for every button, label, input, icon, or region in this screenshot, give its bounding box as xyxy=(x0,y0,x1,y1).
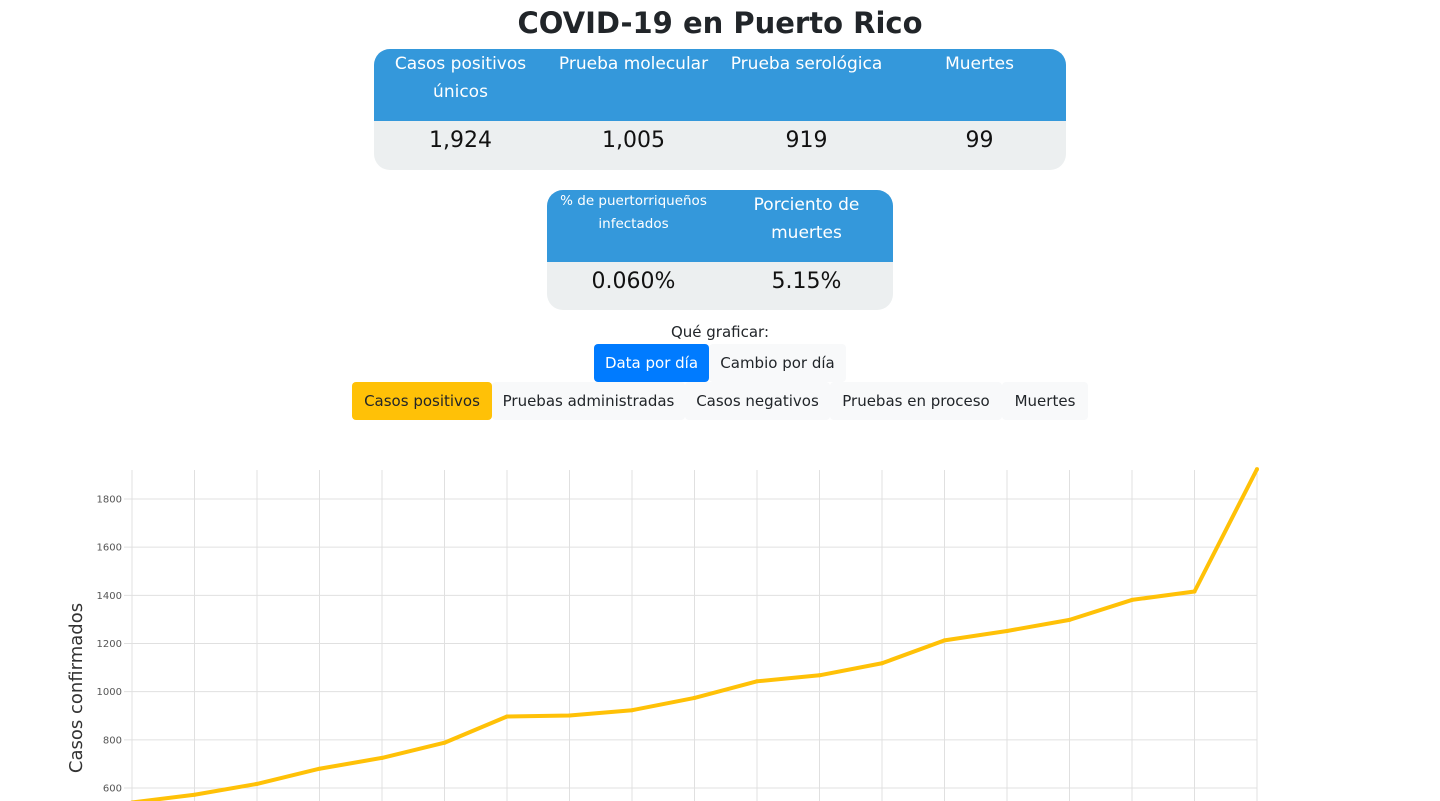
value-deaths: 99 xyxy=(965,128,994,153)
header-positive-cases: Casos positivos únicos xyxy=(394,54,527,102)
header-deaths: Muertes xyxy=(945,54,1014,74)
data-point xyxy=(505,714,509,719)
data-point xyxy=(255,781,259,786)
cases-line-chart: 600 800 1000 1200 1400 1600 1800 Casos confirm… xyxy=(66,467,1259,801)
header-molecular-test: Prueba molecular xyxy=(558,54,709,74)
tests-administered-button[interactable]: Pruebas administradas xyxy=(492,382,685,420)
y-tick-label: 1800 xyxy=(97,495,122,506)
y-tick-label: 800 xyxy=(103,735,122,746)
y-tick-label: 1000 xyxy=(97,687,122,698)
data-point xyxy=(755,679,759,684)
value-molecular-test: 1,005 xyxy=(602,128,665,153)
value-serologic-test: 919 xyxy=(785,128,828,153)
header-death-percent: Porciento de muertes xyxy=(753,195,860,243)
data-point xyxy=(442,740,447,745)
y-tick-label: 600 xyxy=(103,784,122,795)
data-point xyxy=(1192,589,1197,594)
data-per-day-button[interactable]: Data por día xyxy=(594,344,709,382)
chart-grid xyxy=(124,470,1258,801)
data-point xyxy=(567,713,572,718)
summary-value-row: 1,924 1,005 919 99 xyxy=(374,121,1066,160)
y-axis-ticks: 600 800 1000 1200 1400 1600 1800 xyxy=(97,495,122,795)
data-point xyxy=(317,766,322,771)
header-infected-percent: % de puertorriqueños infectados xyxy=(560,193,707,232)
data-point xyxy=(1130,597,1134,602)
value-infected-percent: 0.060% xyxy=(591,269,676,294)
data-point xyxy=(1255,467,1259,472)
summary-table: Casos positivos únicos Prueba molecular … xyxy=(374,49,1066,170)
header-serologic-test: Prueba serológica xyxy=(730,54,883,74)
data-point xyxy=(380,755,384,760)
rates-table: % de puertorriqueños infectados Porcient… xyxy=(547,190,893,310)
rates-header-row: % de puertorriqueños infectados Porcient… xyxy=(547,190,893,262)
data-point xyxy=(192,792,197,797)
negative-cases-button[interactable]: Casos negativos xyxy=(685,382,830,420)
positive-cases-button[interactable]: Casos positivos xyxy=(352,382,492,420)
data-point xyxy=(880,661,884,666)
tests-in-process-button[interactable]: Pruebas en proceso xyxy=(830,382,1002,420)
y-tick-label: 1200 xyxy=(97,639,122,650)
data-point xyxy=(1005,628,1009,633)
value-death-percent: 5.15% xyxy=(771,269,842,294)
y-axis-label: Casos confirmados xyxy=(66,603,87,773)
y-tick-label: 1400 xyxy=(97,591,122,602)
summary-header-row: Casos positivos únicos Prueba molecular … xyxy=(374,49,1066,121)
change-per-day-button[interactable]: Cambio por día xyxy=(709,344,846,382)
page-title: COVID-19 en Puerto Rico xyxy=(517,6,923,40)
data-point xyxy=(630,708,634,713)
data-point xyxy=(692,695,697,700)
plot-selector-label: Qué graficar: xyxy=(670,323,770,341)
deaths-button[interactable]: Muertes xyxy=(1002,382,1088,420)
data-point xyxy=(1067,617,1072,622)
data-point xyxy=(942,638,947,643)
data-point xyxy=(817,673,822,678)
y-tick-label: 1600 xyxy=(97,543,122,554)
value-positive-cases: 1,924 xyxy=(429,128,492,153)
rates-value-row: 0.060% 5.15% xyxy=(547,262,893,301)
